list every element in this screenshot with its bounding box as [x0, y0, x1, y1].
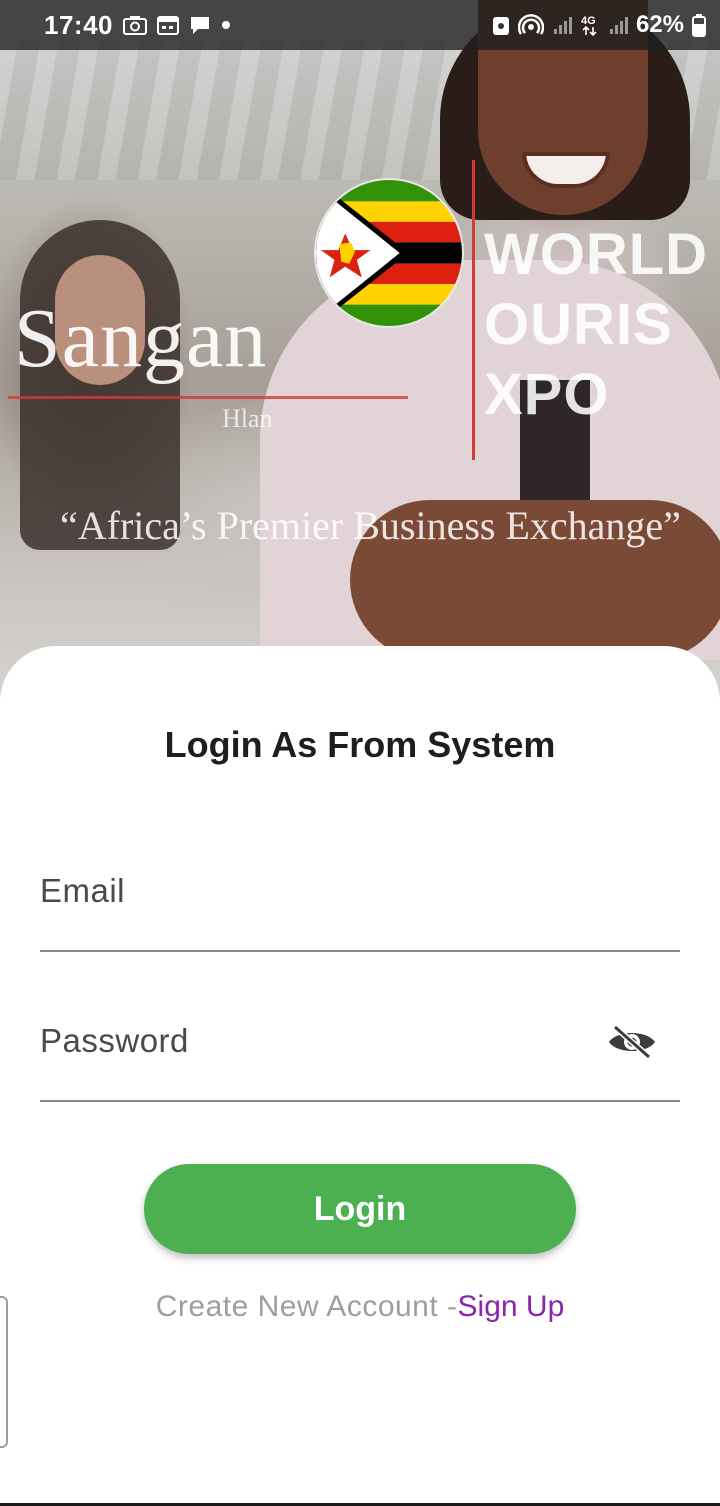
hotspot-icon [517, 14, 544, 36]
dot-icon [221, 20, 231, 30]
brand-wordmark: Sangan [14, 292, 268, 385]
network-4g-icon: 4G [580, 13, 600, 37]
chat-bubble-icon [189, 15, 211, 35]
edge-panel-handle[interactable] [0, 1296, 8, 1448]
visibility-off-icon[interactable] [606, 1022, 658, 1062]
sign-up-link[interactable]: Sign Up [458, 1290, 565, 1323]
password-field[interactable]: Password [40, 992, 680, 1102]
calendar-icon [157, 15, 179, 35]
zimbabwe-flag-icon [314, 178, 464, 328]
email-field[interactable]: Email [40, 842, 680, 952]
status-time: 17:40 [44, 9, 113, 40]
login-title: Login As From System [164, 724, 556, 765]
tagline: “Africa’s Premier Business Exchange” [60, 503, 681, 548]
brand-subtitle: Hlan [222, 404, 273, 433]
signup-row: Create New Account -Sign Up [0, 1290, 720, 1324]
login-button[interactable]: Login [144, 1164, 576, 1254]
logo-divider-vertical [472, 160, 475, 460]
shield-icon [492, 14, 510, 36]
status-bar: 17:40 4G 62% [0, 0, 720, 50]
camera-icon [123, 15, 147, 35]
battery-percentage: 62% [635, 11, 684, 38]
signal-icon [552, 15, 572, 35]
status-notification-icons [123, 15, 231, 35]
svg-text:4G: 4G [581, 15, 596, 27]
logo-divider-horizontal [8, 396, 408, 399]
password-input[interactable] [40, 992, 680, 1100]
status-system-icons: 4G 62% [492, 11, 706, 39]
battery-icon [692, 13, 706, 37]
email-input[interactable] [40, 842, 680, 950]
signal-icon [608, 15, 628, 35]
create-account-text: Create New Account - [155, 1290, 458, 1323]
expo-title: WORLD OURIS XPO [484, 222, 709, 427]
hero-photo: Sangan Hlan WORLD OURIS XPO “Africa’s Pr… [0, 0, 720, 700]
